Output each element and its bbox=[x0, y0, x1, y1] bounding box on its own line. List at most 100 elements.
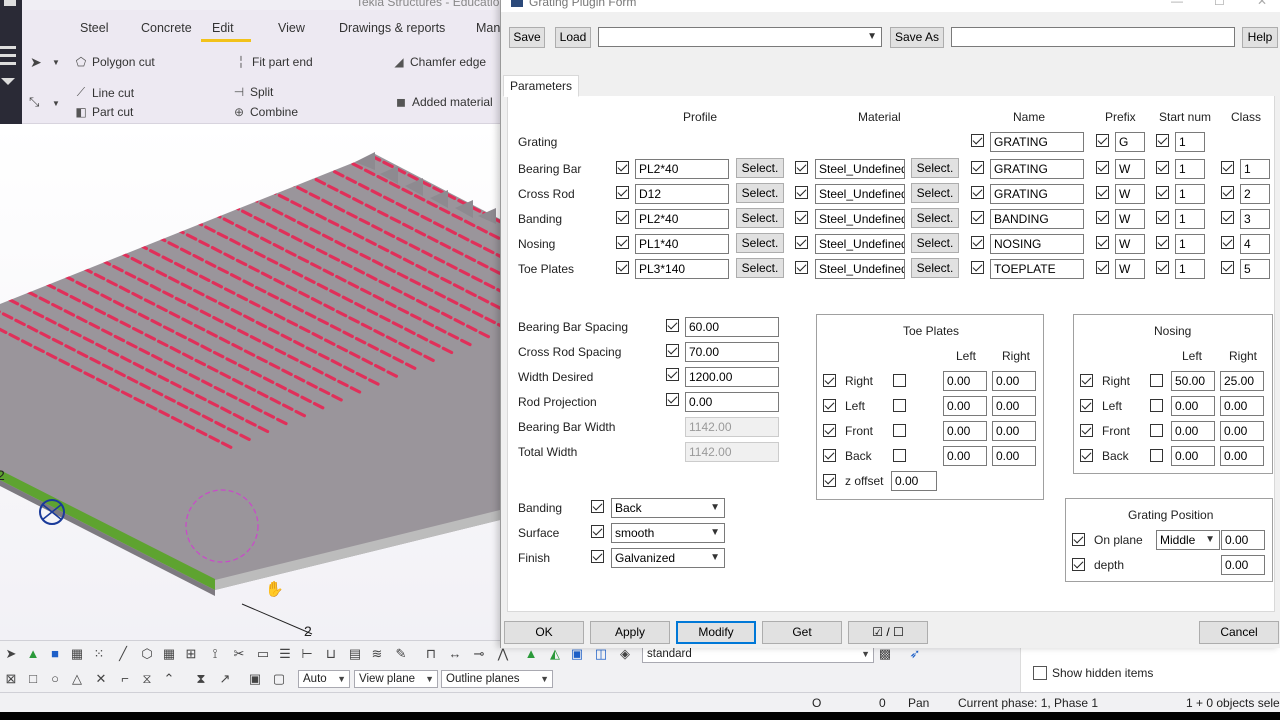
get-button[interactable]: Get bbox=[762, 621, 842, 644]
select-arrow-icon[interactable]: ➤ bbox=[2, 645, 20, 663]
toe-plates-profile-checkbox[interactable] bbox=[616, 261, 629, 274]
toe-plates-start-input[interactable]: 1 bbox=[1175, 259, 1205, 279]
banding-profile-input[interactable]: PL2*40 bbox=[635, 209, 729, 229]
toe-plates-class-checkbox[interactable] bbox=[1221, 261, 1234, 274]
bearing-bar-start-checkbox[interactable] bbox=[1156, 161, 1169, 174]
rod-projection-checkbox[interactable] bbox=[666, 393, 679, 406]
cross-rod-prefix-input[interactable]: W bbox=[1115, 184, 1145, 204]
snap-triangle-icon[interactable]: △ bbox=[68, 670, 86, 688]
toe-plates-left-checkbox[interactable] bbox=[823, 399, 836, 412]
nosing-front-flag-checkbox[interactable] bbox=[1150, 424, 1163, 437]
tab-steel[interactable]: Steel bbox=[80, 21, 109, 35]
banding-class-input[interactable]: 3 bbox=[1240, 209, 1270, 229]
surface-checkbox[interactable] bbox=[591, 525, 604, 538]
toe-plates-right-left-input[interactable]: 0.00 bbox=[943, 371, 987, 391]
cross-rod-profile-select-button[interactable]: Select. bbox=[736, 183, 784, 203]
nosing-right-right-input[interactable]: 25.00 bbox=[1220, 371, 1264, 391]
rectangle-icon[interactable]: ▭ bbox=[254, 645, 272, 663]
cross-rod-name-checkbox[interactable] bbox=[971, 186, 984, 199]
grating-prefix-input[interactable]: G bbox=[1115, 132, 1145, 152]
stack-icon[interactable]: ▤ bbox=[346, 645, 364, 663]
view-plane-combo[interactable]: View plane ▼ bbox=[354, 670, 438, 688]
snap-arrow-icon[interactable]: ↗ bbox=[216, 670, 234, 688]
nosing-left-checkbox[interactable] bbox=[1080, 399, 1093, 412]
nosing-class-input[interactable]: 4 bbox=[1240, 234, 1270, 254]
toe-plates-front-flag-checkbox[interactable] bbox=[893, 424, 906, 437]
nosing-back-left-input[interactable]: 0.00 bbox=[1171, 446, 1215, 466]
hamburger-icon-line[interactable] bbox=[0, 54, 16, 57]
width-desired-input[interactable]: 1200.00 bbox=[685, 367, 779, 387]
toe-plates-profile-select-button[interactable]: Select. bbox=[736, 258, 784, 278]
toggle-all-checkboxes-button[interactable]: ☑ / ☐ bbox=[848, 621, 928, 644]
toe-plates-class-input[interactable]: 5 bbox=[1240, 259, 1270, 279]
cross-rod-prefix-checkbox[interactable] bbox=[1096, 186, 1109, 199]
banding-material-checkbox[interactable] bbox=[795, 211, 808, 224]
nosing-material-select-button[interactable]: Select. bbox=[911, 233, 959, 253]
snap-box-icon[interactable]: □ bbox=[24, 670, 42, 688]
toe-plates-name-input[interactable]: TOEPLATE bbox=[990, 259, 1084, 279]
nosing-front-left-input[interactable]: 0.00 bbox=[1171, 421, 1215, 441]
minimize-icon[interactable]: — bbox=[1171, 0, 1183, 8]
toe-plates-front-right-input[interactable]: 0.00 bbox=[992, 421, 1036, 441]
nosing-back-checkbox[interactable] bbox=[1080, 449, 1093, 462]
ok-button[interactable]: OK bbox=[504, 621, 584, 644]
nosing-material-checkbox[interactable] bbox=[795, 236, 808, 249]
hamburger-icon-line[interactable] bbox=[0, 62, 16, 65]
snap-bracket-icon[interactable]: ⊓ bbox=[422, 645, 440, 663]
nosing-start-input[interactable]: 1 bbox=[1175, 234, 1205, 254]
nosing-right-left-input[interactable]: 50.00 bbox=[1171, 371, 1215, 391]
nosing-right-flag-checkbox[interactable] bbox=[1150, 374, 1163, 387]
banding-material-input[interactable]: Steel_Undefined bbox=[815, 209, 905, 229]
rod-projection-input[interactable]: 0.00 bbox=[685, 392, 779, 412]
bearing-bar-name-checkbox[interactable] bbox=[971, 161, 984, 174]
banding-prefix-checkbox[interactable] bbox=[1096, 211, 1109, 224]
banding-name-checkbox[interactable] bbox=[971, 211, 984, 224]
toe-plates-right-right-input[interactable]: 0.00 bbox=[992, 371, 1036, 391]
toe-plates-profile-input[interactable]: PL3*140 bbox=[635, 259, 729, 279]
toe-plates-left-left-input[interactable]: 0.00 bbox=[943, 396, 987, 416]
select-part-icon[interactable]: ■ bbox=[46, 645, 64, 663]
select-grid-icon[interactable]: ▦ bbox=[68, 645, 86, 663]
toe-plates-left-right-input[interactable]: 0.00 bbox=[992, 396, 1036, 416]
nosing-profile-checkbox[interactable] bbox=[616, 236, 629, 249]
banding-profile-select-button[interactable]: Select. bbox=[736, 208, 784, 228]
outline-planes-combo[interactable]: Outline planes ▼ bbox=[441, 670, 553, 688]
bearing-bar-material-checkbox[interactable] bbox=[795, 161, 808, 174]
z-offset-checkbox[interactable] bbox=[823, 474, 836, 487]
banding-side-select[interactable]: Back ▼ bbox=[611, 498, 725, 518]
banding-material-select-button[interactable]: Select. bbox=[911, 208, 959, 228]
grating-prefix-checkbox[interactable] bbox=[1096, 134, 1109, 147]
toe-plates-material-checkbox[interactable] bbox=[795, 261, 808, 274]
grating-start-checkbox[interactable] bbox=[1156, 134, 1169, 147]
toe-plates-back-right-input[interactable]: 0.00 bbox=[992, 446, 1036, 466]
part-cut-button[interactable]: ◧ Part cut bbox=[74, 105, 133, 119]
snap-auto-combo[interactable]: Auto ▼ bbox=[298, 670, 350, 688]
nosing-material-input[interactable]: Steel_Undefined bbox=[815, 234, 905, 254]
snap-hourglass-icon[interactable]: ⧖ bbox=[138, 670, 156, 688]
split-button[interactable]: ⊣ Split bbox=[232, 85, 274, 99]
banding-start-input[interactable]: 1 bbox=[1175, 209, 1205, 229]
cross-rod-start-input[interactable]: 1 bbox=[1175, 184, 1205, 204]
on-plane-checkbox[interactable] bbox=[1072, 533, 1085, 546]
maximize-icon[interactable]: ☐ bbox=[1214, 0, 1225, 8]
toe-plates-name-checkbox[interactable] bbox=[971, 261, 984, 274]
bearing-bar-class-input[interactable]: 1 bbox=[1240, 159, 1270, 179]
toe-plates-front-checkbox[interactable] bbox=[823, 424, 836, 437]
polygon-cut-button[interactable]: ⬠ Polygon cut bbox=[74, 55, 155, 69]
select-arrow-icon[interactable]: ➤ bbox=[30, 54, 42, 71]
toe-plates-right-flag-checkbox[interactable] bbox=[893, 374, 906, 387]
cross-rod-profile-checkbox[interactable] bbox=[616, 186, 629, 199]
bracket-icon[interactable]: ⊔ bbox=[322, 645, 340, 663]
toe-plates-front-left-input[interactable]: 0.00 bbox=[943, 421, 987, 441]
grating-start-input[interactable]: 1 bbox=[1175, 132, 1205, 152]
toe-plates-material-input[interactable]: Steel_Undefined bbox=[815, 259, 905, 279]
snap-square-dot-icon[interactable]: ▣ bbox=[246, 670, 264, 688]
tab-edit[interactable]: Edit bbox=[201, 21, 251, 42]
snap-square-icon[interactable]: ▢ bbox=[270, 670, 288, 688]
nosing-back-right-input[interactable]: 0.00 bbox=[1220, 446, 1264, 466]
select-points-icon[interactable]: ⁙ bbox=[90, 645, 108, 663]
finish-checkbox[interactable] bbox=[591, 550, 604, 563]
pencil-icon[interactable]: ✎ bbox=[392, 645, 410, 663]
tab-parameters[interactable]: Parameters bbox=[503, 75, 580, 97]
load-file-select[interactable]: ▼ bbox=[598, 27, 882, 47]
